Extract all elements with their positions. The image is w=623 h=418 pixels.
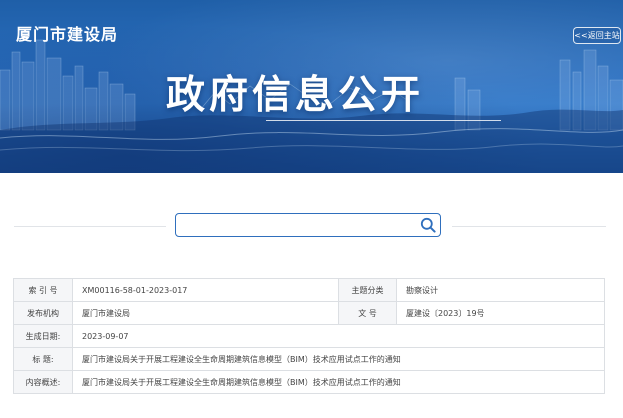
search-divider-right <box>452 226 606 227</box>
publisher-value: 厦门市建设局 <box>72 301 339 325</box>
table-row: 索 引 号 XM00116-58-01-2023-017 主题分类 勘察设计 <box>13 278 605 302</box>
date-label: 生成日期: <box>13 324 73 348</box>
table-row: 生成日期: 2023-09-07 <box>13 324 605 348</box>
table-row: 标 题: 厦门市建设局关于开展工程建设全生命周期建筑信息模型（BIM）技术应用试… <box>13 347 605 371</box>
document-number-value: 厦建设〔2023〕19号 <box>396 301 605 325</box>
title-value: 厦门市建设局关于开展工程建设全生命周期建筑信息模型（BIM）技术应用试点工作的通… <box>72 347 605 371</box>
back-to-main-site-button[interactable]: <<返回主站 <box>573 27 621 44</box>
site-name[interactable]: 厦门市建设局 <box>16 21 118 45</box>
topic-category-value: 勘察设计 <box>396 278 605 302</box>
search-input[interactable] <box>182 217 406 235</box>
search-icon[interactable] <box>420 217 436 233</box>
summary-value: 厦门市建设局关于开展工程建设全生命周期建筑信息模型（BIM）技术应用试点工作的通… <box>72 370 605 394</box>
banner-title: 政府信息公开 <box>166 73 425 118</box>
index-number-label: 索 引 号 <box>13 278 73 302</box>
search-divider-left <box>14 226 166 227</box>
table-row: 发布机构 厦门市建设局 文 号 厦建设〔2023〕19号 <box>13 301 605 325</box>
document-number-label: 文 号 <box>338 301 397 325</box>
header-banner: 厦门市建设局 <<返回主站 政府信息公开 <box>0 0 623 173</box>
title-label: 标 题: <box>13 347 73 371</box>
index-number-value: XM00116-58-01-2023-017 <box>72 278 339 302</box>
topic-category-label: 主题分类 <box>338 278 397 302</box>
search-box <box>175 213 441 237</box>
publisher-label: 发布机构 <box>13 301 73 325</box>
date-value: 2023-09-07 <box>72 324 605 348</box>
document-info-table: 索 引 号 XM00116-58-01-2023-017 主题分类 勘察设计 发… <box>13 278 605 394</box>
table-row: 内容概述: 厦门市建设局关于开展工程建设全生命周期建筑信息模型（BIM）技术应用… <box>13 370 605 394</box>
summary-label: 内容概述: <box>13 370 73 394</box>
title-underline <box>266 120 501 121</box>
